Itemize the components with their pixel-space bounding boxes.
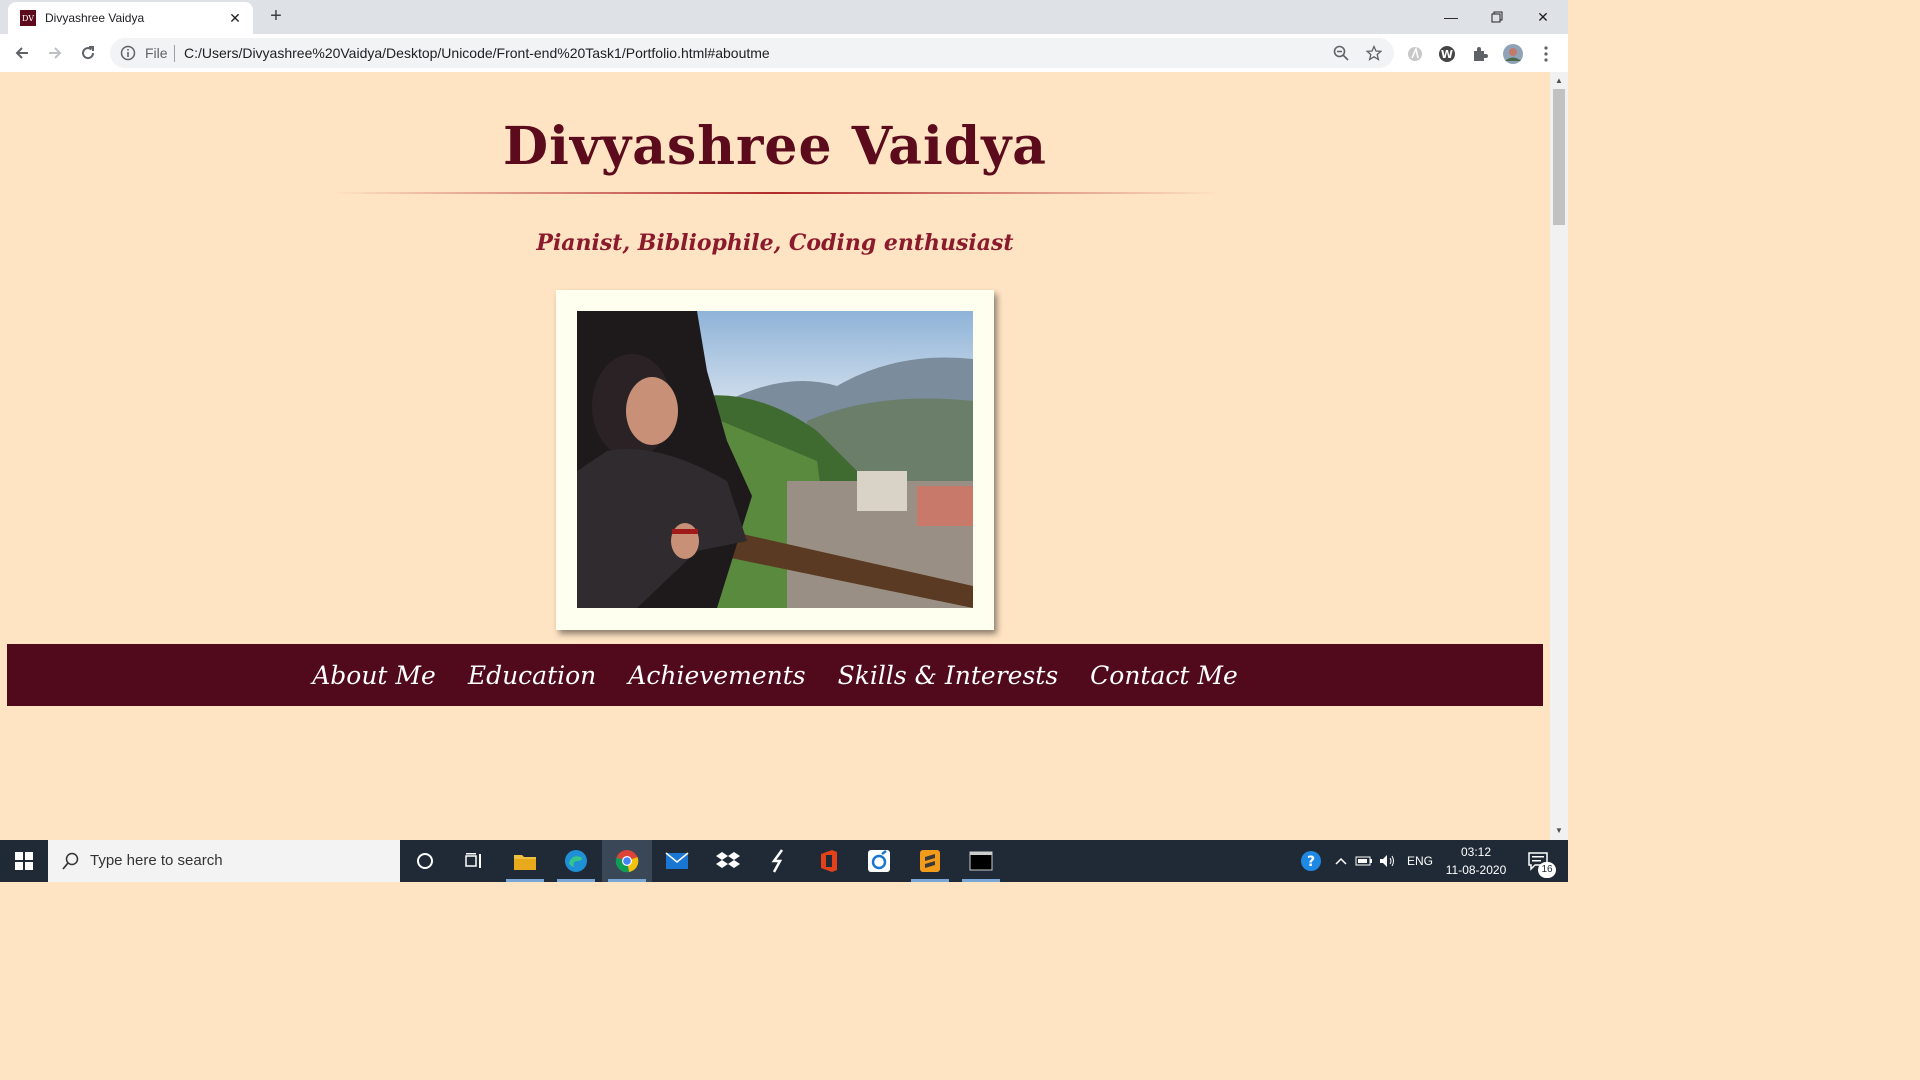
- app-s-icon[interactable]: [753, 840, 803, 882]
- site-title: Divyashree Vaidya: [502, 116, 1047, 177]
- tab-strip: DV Divyashree Vaidya ✕ + — ✕: [0, 0, 1568, 34]
- file-explorer-icon[interactable]: [500, 840, 550, 882]
- dropbox-icon[interactable]: [703, 840, 753, 882]
- cortana-icon[interactable]: [400, 840, 450, 882]
- taskbar-search-box[interactable]: Type here to search: [48, 840, 400, 882]
- sublime-text-icon[interactable]: [905, 840, 955, 882]
- battery-icon[interactable]: [1352, 840, 1376, 882]
- close-tab-icon[interactable]: ✕: [227, 10, 243, 26]
- zoom-icon[interactable]: [1332, 44, 1350, 62]
- profile-photo: [577, 311, 973, 608]
- menu-kebab-icon[interactable]: [1535, 43, 1557, 65]
- nav-education[interactable]: Education: [452, 661, 612, 690]
- mail-icon[interactable]: [652, 840, 702, 882]
- close-window-icon[interactable]: ✕: [1520, 0, 1566, 34]
- svg-text:W: W: [1441, 48, 1453, 61]
- svg-text:?: ?: [1307, 854, 1315, 870]
- site-info-icon[interactable]: [120, 45, 136, 61]
- help-icon[interactable]: ?: [1292, 840, 1332, 882]
- back-icon[interactable]: [10, 41, 34, 65]
- windows-logo-icon: [15, 852, 33, 870]
- office-icon[interactable]: [804, 840, 854, 882]
- volume-icon[interactable]: [1376, 840, 1400, 882]
- show-hidden-icons-icon[interactable]: [1330, 840, 1352, 882]
- reload-icon[interactable]: [76, 41, 100, 65]
- scheme-label: File: [145, 45, 168, 61]
- nav-achievements[interactable]: Achievements: [612, 661, 821, 690]
- title-divider: [330, 192, 1220, 194]
- scroll-up-icon[interactable]: ▲: [1550, 74, 1568, 88]
- notifications-icon[interactable]: 16: [1518, 840, 1558, 882]
- search-placeholder: Type here to search: [90, 852, 223, 869]
- browser-toolbar: File C:/Users/Divyashree%20Vaidya/Deskto…: [0, 34, 1568, 73]
- bookmark-star-icon[interactable]: [1365, 44, 1383, 62]
- nav-skills-interests[interactable]: Skills & Interests: [822, 661, 1075, 690]
- page-viewport: Divyashree Vaidya Pianist, Bibliophile, …: [0, 72, 1550, 840]
- scroll-down-icon[interactable]: ▼: [1550, 824, 1568, 838]
- forward-icon[interactable]: [43, 41, 67, 65]
- notification-badge: 16: [1538, 862, 1556, 878]
- tab-title: Divyashree Vaidya: [45, 11, 145, 25]
- wordpress-icon[interactable]: W: [1436, 43, 1458, 65]
- omnibox-separator: [174, 45, 175, 62]
- page-scrollbar[interactable]: ▲ ▼: [1550, 72, 1568, 840]
- clock-time[interactable]: 03:12: [1440, 845, 1512, 859]
- extensions-puzzle-icon[interactable]: [1469, 43, 1491, 65]
- profile-avatar[interactable]: [1502, 43, 1524, 65]
- new-tab-button[interactable]: +: [265, 5, 287, 27]
- nav-about-me[interactable]: About Me: [296, 661, 452, 690]
- url-text[interactable]: C:/Users/Divyashree%20Vaidya/Desktop/Uni…: [184, 45, 770, 61]
- browser-tab[interactable]: DV Divyashree Vaidya ✕: [8, 2, 253, 34]
- minimize-icon[interactable]: —: [1428, 0, 1474, 34]
- clock-date[interactable]: 11-08-2020: [1440, 863, 1512, 877]
- nav-contact-me[interactable]: Contact Me: [1074, 661, 1254, 690]
- restore-icon[interactable]: [1474, 0, 1520, 34]
- chrome-icon[interactable]: [602, 840, 652, 882]
- extension-grey-icon[interactable]: [1404, 43, 1426, 65]
- scroll-thumb[interactable]: [1553, 89, 1565, 225]
- tab-favicon: DV: [20, 10, 36, 26]
- tagline: Pianist, Bibliophile, Coding enthusiast: [536, 230, 1014, 256]
- task-view-icon[interactable]: [450, 840, 500, 882]
- app-blue-icon[interactable]: [854, 840, 904, 882]
- address-bar[interactable]: File C:/Users/Divyashree%20Vaidya/Deskto…: [110, 38, 1394, 68]
- windows-taskbar: Type here to search ? ENG 03:12 11-08-20…: [0, 840, 1568, 882]
- terminal-icon[interactable]: [956, 840, 1006, 882]
- photo-frame: [556, 290, 994, 630]
- language-indicator[interactable]: ENG: [1402, 854, 1438, 868]
- main-nav: About Me Education Achievements Skills &…: [7, 644, 1543, 706]
- edge-icon[interactable]: [551, 840, 601, 882]
- start-button[interactable]: [0, 840, 48, 882]
- search-icon: [62, 852, 80, 870]
